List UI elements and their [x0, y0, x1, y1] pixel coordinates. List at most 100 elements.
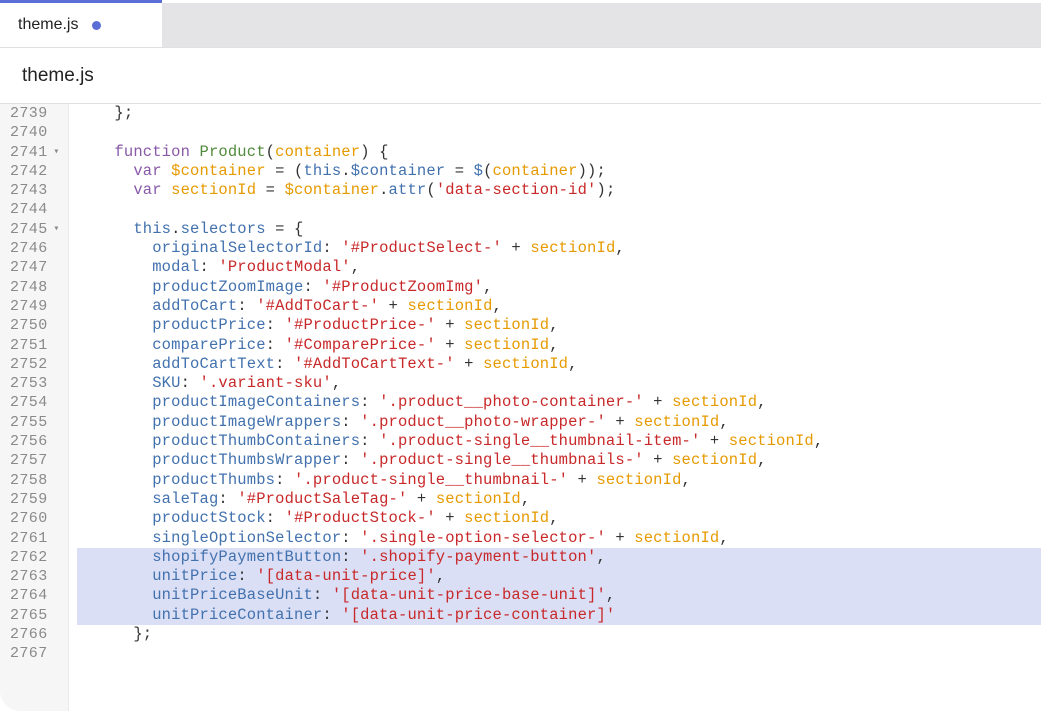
gutter-line[interactable]: 2755▾ [0, 413, 68, 432]
code-token: sectionId [464, 316, 549, 334]
code-token: container [493, 162, 578, 180]
gutter-line[interactable]: 2759▾ [0, 490, 68, 509]
code-token-string: '#ProductStock-' [285, 509, 436, 527]
gutter-line[interactable]: 2739▾ [0, 104, 68, 123]
gutter-line[interactable]: 2758▾ [0, 471, 68, 490]
code-token: ( [266, 143, 275, 161]
gutter-line[interactable]: 2745▾ [0, 220, 68, 239]
gutter-line[interactable]: 2751▾ [0, 336, 68, 355]
code-token [77, 548, 153, 566]
tab-label: theme.js [18, 16, 78, 34]
gutter-line[interactable]: 2766▾ [0, 625, 68, 644]
code-line[interactable]: productThumbs: '.product-single__thumbna… [77, 471, 1041, 490]
code-line[interactable]: var sectionId = $container.attr('data-se… [77, 181, 1041, 200]
gutter-line[interactable]: 2764▾ [0, 586, 68, 605]
code-token: , [493, 297, 502, 315]
code-line[interactable]: function Product(container) { [77, 143, 1041, 162]
gutter-line[interactable]: 2747▾ [0, 258, 68, 277]
code-line[interactable] [77, 123, 1041, 142]
code-line[interactable]: var $container = (this.$container = $(co… [77, 162, 1041, 181]
tab-theme-js[interactable]: theme.js [0, 3, 162, 47]
code-content[interactable]: }; function Product(container) { var $co… [69, 104, 1041, 711]
code-token: + [606, 413, 634, 431]
code-token: productThumbsWrapper [152, 451, 341, 469]
code-line[interactable]: productStock: '#ProductStock-' + section… [77, 509, 1041, 528]
code-token [77, 413, 153, 431]
code-token-string: '.product-single__thumbnails-' [360, 451, 644, 469]
code-token: sectionId [596, 471, 681, 489]
gutter-line[interactable]: 2742▾ [0, 162, 68, 181]
gutter-line[interactable]: 2749▾ [0, 297, 68, 316]
code-line[interactable]: addToCartText: '#AddToCartText-' + secti… [77, 355, 1041, 374]
code-token-string: '#ProductSelect-' [341, 239, 502, 257]
code-editor[interactable]: 2739▾2740▾2741▾2742▾2743▾2744▾2745▾2746▾… [0, 104, 1041, 711]
code-line[interactable] [77, 200, 1041, 219]
gutter-line[interactable]: 2744▾ [0, 200, 68, 219]
code-token [162, 181, 171, 199]
line-number: 2748 [10, 278, 48, 297]
code-token [77, 258, 153, 276]
gutter-line[interactable]: 2741▾ [0, 143, 68, 162]
gutter-line[interactable]: 2743▾ [0, 181, 68, 200]
code-line[interactable]: productZoomImage: '#ProductZoomImg', [77, 278, 1041, 297]
gutter-line[interactable]: 2765▾ [0, 606, 68, 625]
gutter-line[interactable]: 2754▾ [0, 393, 68, 412]
code-line[interactable]: }; [77, 104, 1041, 123]
breadcrumb-file: theme.js [22, 65, 94, 87]
gutter-line[interactable]: 2752▾ [0, 355, 68, 374]
code-line[interactable]: unitPrice: '[data-unit-price]', [77, 567, 1041, 586]
code-token [77, 490, 153, 508]
gutter-line[interactable]: 2753▾ [0, 374, 68, 393]
code-line[interactable]: modal: 'ProductModal', [77, 258, 1041, 277]
code-token: , [351, 258, 360, 276]
code-token: , [757, 393, 766, 411]
code-token: var [133, 181, 161, 199]
code-token: , [332, 374, 341, 392]
code-line[interactable]: singleOptionSelector: '.single-option-se… [77, 529, 1041, 548]
code-token: + [379, 297, 407, 315]
gutter-line[interactable]: 2748▾ [0, 278, 68, 297]
code-line[interactable]: unitPriceBaseUnit: '[data-unit-price-bas… [77, 586, 1041, 605]
code-line[interactable]: }; [77, 625, 1041, 644]
code-line[interactable]: addToCart: '#AddToCart-' + sectionId, [77, 297, 1041, 316]
code-line[interactable]: productThumbContainers: '.product-single… [77, 432, 1041, 451]
code-token [77, 297, 153, 315]
line-number: 2747 [10, 258, 48, 277]
gutter-line[interactable]: 2756▾ [0, 432, 68, 451]
gutter-line[interactable]: 2760▾ [0, 509, 68, 528]
code-token: container [275, 143, 360, 161]
code-token: productImageWrappers [152, 413, 341, 431]
code-token [77, 336, 153, 354]
code-line[interactable] [77, 644, 1041, 663]
code-token: : [275, 355, 294, 373]
fold-toggle-icon[interactable]: ▾ [52, 220, 62, 239]
code-line[interactable]: productPrice: '#ProductPrice-' + section… [77, 316, 1041, 335]
code-line[interactable]: productImageContainers: '.product__photo… [77, 393, 1041, 412]
gutter-line[interactable]: 2763▾ [0, 567, 68, 586]
gutter-line[interactable]: 2767▾ [0, 644, 68, 663]
code-line[interactable]: SKU: '.variant-sku', [77, 374, 1041, 393]
code-token-string: 'ProductModal' [218, 258, 350, 276]
code-line[interactable]: saleTag: '#ProductSaleTag-' + sectionId, [77, 490, 1041, 509]
code-line[interactable]: shopifyPaymentButton: '.shopify-payment-… [77, 548, 1041, 567]
gutter-line[interactable]: 2740▾ [0, 123, 68, 142]
gutter-line[interactable]: 2746▾ [0, 239, 68, 258]
code-line[interactable]: productImageWrappers: '.product__photo-w… [77, 413, 1041, 432]
code-token: function [114, 143, 190, 161]
line-number: 2743 [10, 181, 48, 200]
code-line[interactable]: unitPriceContainer: '[data-unit-price-co… [77, 606, 1041, 625]
code-token: SKU [152, 374, 180, 392]
line-number: 2746 [10, 239, 48, 258]
code-token: , [719, 529, 728, 547]
code-line[interactable]: originalSelectorId: '#ProductSelect-' + … [77, 239, 1041, 258]
code-line[interactable]: comparePrice: '#ComparePrice-' + section… [77, 336, 1041, 355]
gutter-line[interactable]: 2762▾ [0, 548, 68, 567]
gutter-line[interactable]: 2761▾ [0, 529, 68, 548]
gutter-line[interactable]: 2750▾ [0, 316, 68, 335]
code-line[interactable]: productThumbsWrapper: '.product-single__… [77, 451, 1041, 470]
line-gutter[interactable]: 2739▾2740▾2741▾2742▾2743▾2744▾2745▾2746▾… [0, 104, 69, 711]
fold-toggle-icon[interactable]: ▾ [52, 143, 62, 162]
gutter-line[interactable]: 2757▾ [0, 451, 68, 470]
code-token: sectionId [672, 393, 757, 411]
code-line[interactable]: this.selectors = { [77, 220, 1041, 239]
